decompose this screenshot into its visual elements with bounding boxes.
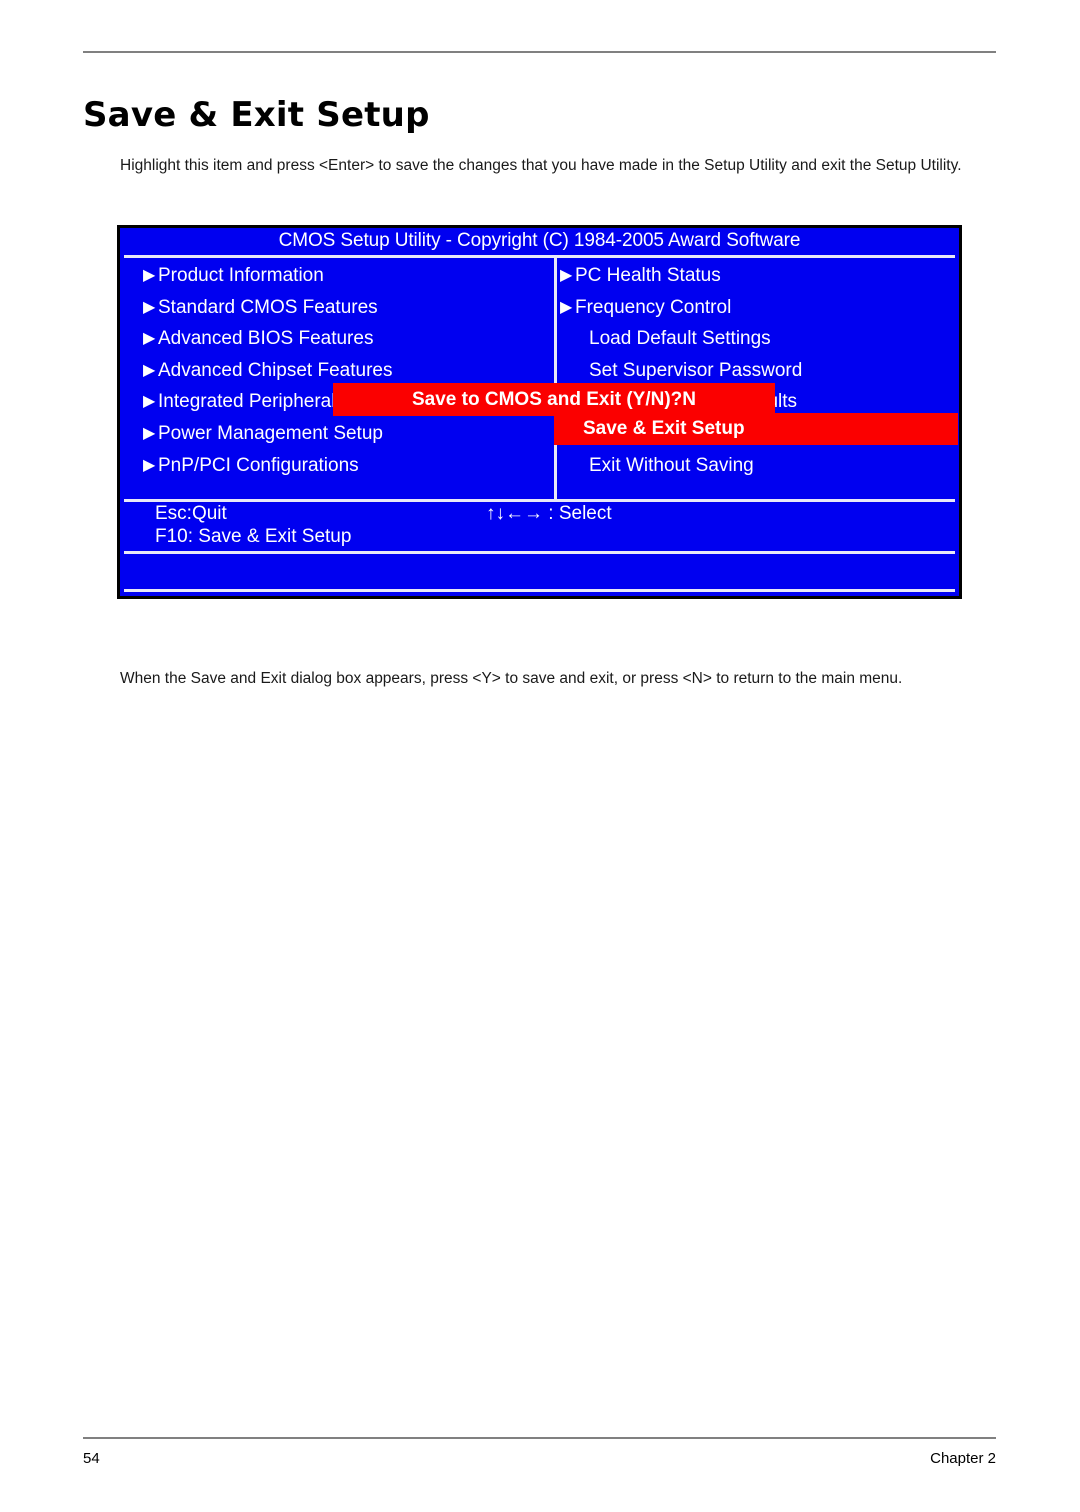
- menu-item-advanced-bios-features[interactable]: ▶ Advanced BIOS Features: [143, 323, 543, 355]
- footer-divider-middle: [124, 551, 955, 554]
- column-divider: [554, 258, 557, 499]
- menu-item-power-management-setup[interactable]: ▶ Power Management Setup: [143, 418, 543, 450]
- triangle-bullet-icon: ▶: [560, 298, 573, 316]
- footer-chapter-label: Chapter 2: [930, 1450, 996, 1467]
- menu-item-pnp-pci-configurations[interactable]: ▶ PnP/PCI Configurations: [143, 450, 543, 482]
- triangle-bullet-icon: ▶: [143, 298, 156, 316]
- menu-item-label: Integrated Peripherals: [158, 391, 345, 413]
- menu-item-label: Power Management Setup: [158, 422, 383, 444]
- menu-item-exit-without-saving[interactable]: Exit Without Saving: [560, 450, 950, 482]
- menu-item-frequency-control[interactable]: ▶ Frequency Control: [560, 292, 950, 324]
- menu-item-label: Set Supervisor Password: [589, 359, 803, 381]
- menu-item-label: Advanced BIOS Features: [158, 328, 374, 350]
- menu-item-label: Load Default Settings: [589, 328, 771, 350]
- save-confirm-dialog-prompt[interactable]: Save to CMOS and Exit (Y/N)?N: [333, 383, 775, 416]
- triangle-bullet-icon: ▶: [143, 330, 156, 348]
- selected-item-label[interactable]: Save & Exit Setup: [569, 413, 745, 445]
- title-divider: [124, 255, 955, 258]
- footer-divider-top: [124, 499, 955, 502]
- key-help-esc-quit: Esc:Quit: [155, 503, 227, 524]
- footer-rule: [83, 1437, 996, 1439]
- triangle-bullet-icon: ▶: [143, 393, 156, 411]
- footer-divider-bottom: [124, 589, 955, 592]
- outro-paragraph: When the Save and Exit dialog box appear…: [120, 669, 903, 687]
- page-title: Save & Exit Setup: [83, 94, 430, 135]
- menu-item-label: PC Health Status: [575, 265, 721, 286]
- header-rule: [83, 51, 996, 53]
- menu-item-advanced-chipset-features[interactable]: ▶ Advanced Chipset Features: [143, 355, 543, 387]
- key-help-select: ↑↓←→ : Select: [486, 503, 612, 524]
- menu-item-label: Product Information: [158, 265, 324, 286]
- document-page: Save & Exit Setup Highlight this item an…: [0, 0, 1080, 1512]
- footer-page-number: 54: [83, 1450, 100, 1467]
- bios-screen-inner: CMOS Setup Utility - Copyright (C) 1984-…: [120, 228, 959, 596]
- intro-paragraph: Highlight this item and press <Enter> to…: [120, 156, 962, 174]
- menu-item-standard-cmos-features[interactable]: ▶ Standard CMOS Features: [143, 292, 543, 324]
- triangle-bullet-icon: ▶: [143, 361, 156, 379]
- triangle-bullet-icon: ▶: [143, 456, 156, 474]
- menu-item-label: Standard CMOS Features: [158, 296, 378, 318]
- bios-title-bar: CMOS Setup Utility - Copyright (C) 1984-…: [278, 230, 801, 251]
- triangle-bullet-icon: ▶: [143, 424, 156, 442]
- menu-item-label: PnP/PCI Configurations: [158, 454, 359, 476]
- bios-setup-screen: CMOS Setup Utility - Copyright (C) 1984-…: [117, 225, 962, 599]
- key-help-f10-save-exit: F10: Save & Exit Setup: [155, 526, 352, 547]
- bios-menu-left-column: ▶ Product Information ▶ Standard CMOS Feat…: [143, 260, 543, 481]
- menu-item-label: Exit Without Saving: [589, 454, 754, 476]
- menu-item-set-supervisor-password[interactable]: Set Supervisor Password: [560, 355, 950, 387]
- menu-item-label: Frequency Control: [575, 296, 732, 318]
- triangle-bullet-icon: ▶: [560, 267, 573, 284]
- menu-item-load-default-settings[interactable]: Load Default Settings: [560, 323, 950, 355]
- menu-item-label: Advanced Chipset Features: [158, 359, 393, 381]
- menu-item-pc-health-status[interactable]: ▶ PC Health Status: [560, 260, 950, 292]
- triangle-bullet-icon: ▶: [143, 267, 156, 284]
- menu-item-product-information[interactable]: ▶ Product Information: [143, 260, 543, 292]
- bios-menu-right-column: ▶ PC Health Status ▶ Frequency Control Loa…: [560, 260, 950, 481]
